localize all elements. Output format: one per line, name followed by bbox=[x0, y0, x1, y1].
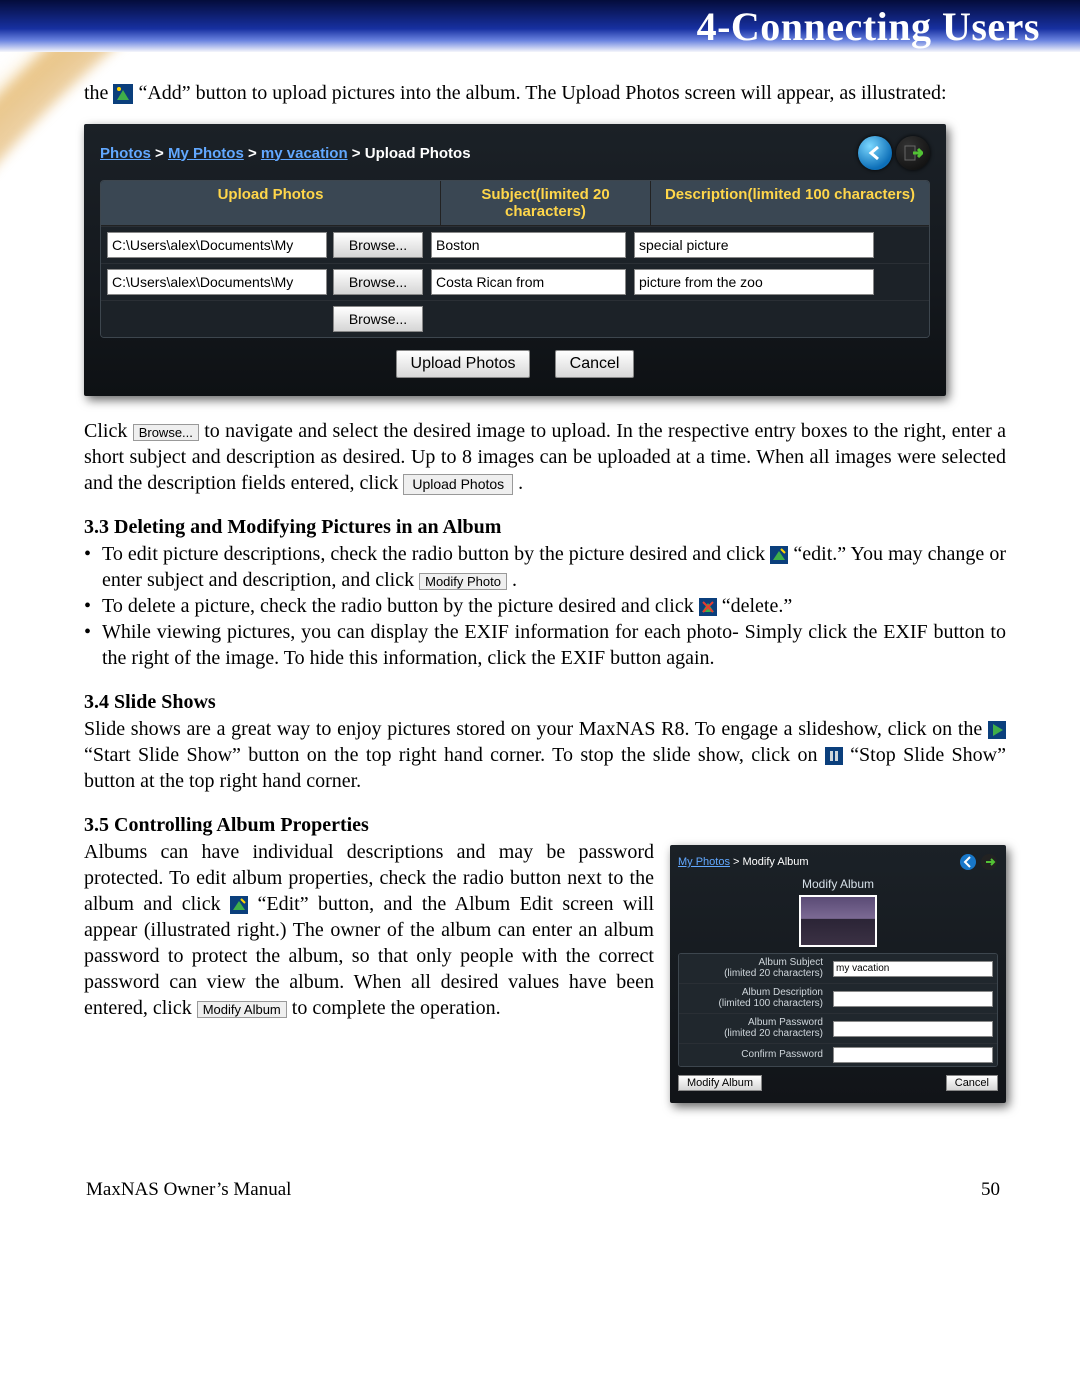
upload-photos-screenshot: Photos > My Photos > my vacation > Uploa… bbox=[84, 124, 946, 396]
intro-para: the “Add” button to upload pictures into… bbox=[84, 80, 1006, 106]
label-confirm: Confirm Password bbox=[679, 1046, 829, 1065]
section-3-5-title: 3.5 Controlling Album Properties bbox=[84, 814, 1006, 837]
delete-icon bbox=[699, 598, 717, 616]
subject-input[interactable] bbox=[431, 269, 626, 295]
footer-page: 50 bbox=[981, 1179, 1000, 1201]
bc-current: Upload Photos bbox=[365, 145, 471, 162]
browse-button[interactable]: Browse... bbox=[333, 232, 423, 258]
modify-album-button[interactable]: Modify Album bbox=[678, 1075, 762, 1091]
browse-button[interactable]: Browse... bbox=[333, 306, 423, 332]
after-upload-para: Click Browse... to navigate and select t… bbox=[84, 418, 1006, 496]
upload-row: Browse... bbox=[101, 300, 929, 337]
add-icon bbox=[113, 84, 133, 104]
back-icon[interactable] bbox=[959, 853, 977, 871]
section-3-3-title: 3.3 Deleting and Modifying Pictures in a… bbox=[84, 516, 1006, 539]
slideshow-para: Slide shows are a great way to enjoy pic… bbox=[84, 716, 1006, 794]
label-subject: Album Subject (limited 20 characters) bbox=[679, 954, 829, 983]
album-desc-input[interactable] bbox=[833, 991, 993, 1007]
bullet: While viewing pictures, you can display … bbox=[102, 619, 1006, 671]
col-subject: Subject(limited 20 characters) bbox=[441, 181, 651, 225]
bc-photos[interactable]: Photos bbox=[100, 145, 151, 162]
chapter-title: 4-Connecting Users bbox=[697, 3, 1040, 50]
stop-slideshow-icon bbox=[825, 747, 843, 765]
edit-icon bbox=[770, 546, 788, 564]
bullet: To delete a picture, check the radio but… bbox=[102, 593, 1006, 619]
desc-input[interactable] bbox=[634, 269, 874, 295]
path-input[interactable] bbox=[107, 232, 327, 258]
upload-inline-button[interactable]: Upload Photos bbox=[403, 474, 513, 495]
breadcrumb: Photos > My Photos > my vacation > Uploa… bbox=[100, 145, 854, 162]
label-desc: Album Description (limited 100 character… bbox=[679, 984, 829, 1013]
modify-photo-inline-button[interactable]: Modify Photo bbox=[419, 573, 507, 591]
path-input[interactable] bbox=[107, 269, 327, 295]
back-icon[interactable] bbox=[858, 136, 892, 170]
album-subject-input[interactable] bbox=[833, 961, 993, 977]
bullet: To edit picture descriptions, check the … bbox=[102, 541, 1006, 593]
album-thumbnail bbox=[799, 895, 877, 947]
exit-icon[interactable] bbox=[896, 136, 930, 170]
mini-cancel-button[interactable]: Cancel bbox=[946, 1075, 998, 1091]
col-desc: Description(limited 100 characters) bbox=[651, 181, 929, 225]
bc-vacation[interactable]: my vacation bbox=[261, 145, 348, 162]
start-slideshow-icon bbox=[988, 721, 1006, 739]
footer-left: MaxNAS Owner’s Manual bbox=[86, 1179, 291, 1201]
mini-bc-link[interactable]: My Photos bbox=[678, 856, 730, 868]
upload-row: Browse... bbox=[101, 263, 929, 300]
browse-button[interactable]: Browse... bbox=[333, 269, 423, 295]
edit-icon bbox=[230, 896, 248, 914]
exit-icon[interactable] bbox=[980, 853, 998, 871]
upload-row: Browse... bbox=[101, 226, 929, 263]
desc-input[interactable] bbox=[634, 232, 874, 258]
browse-inline-button[interactable]: Browse... bbox=[133, 424, 199, 442]
subject-input[interactable] bbox=[431, 232, 626, 258]
modify-album-screenshot: My Photos > Modify Album Modify Album Al… bbox=[670, 845, 1006, 1103]
col-upload: Upload Photos bbox=[101, 181, 441, 225]
album-pwd-input[interactable] bbox=[833, 1021, 993, 1037]
bc-myphotos[interactable]: My Photos bbox=[168, 145, 244, 162]
modify-album-inline-button[interactable]: Modify Album bbox=[197, 1001, 287, 1019]
cancel-button[interactable]: Cancel bbox=[555, 350, 635, 378]
section-3-4-title: 3.4 Slide Shows bbox=[84, 691, 1006, 714]
upload-photos-button[interactable]: Upload Photos bbox=[396, 350, 531, 378]
album-confirm-input[interactable] bbox=[833, 1047, 993, 1063]
mini-title: Modify Album bbox=[678, 877, 998, 891]
label-pwd: Album Password (limited 20 characters) bbox=[679, 1014, 829, 1043]
chapter-header: 4-Connecting Users bbox=[0, 0, 1080, 52]
